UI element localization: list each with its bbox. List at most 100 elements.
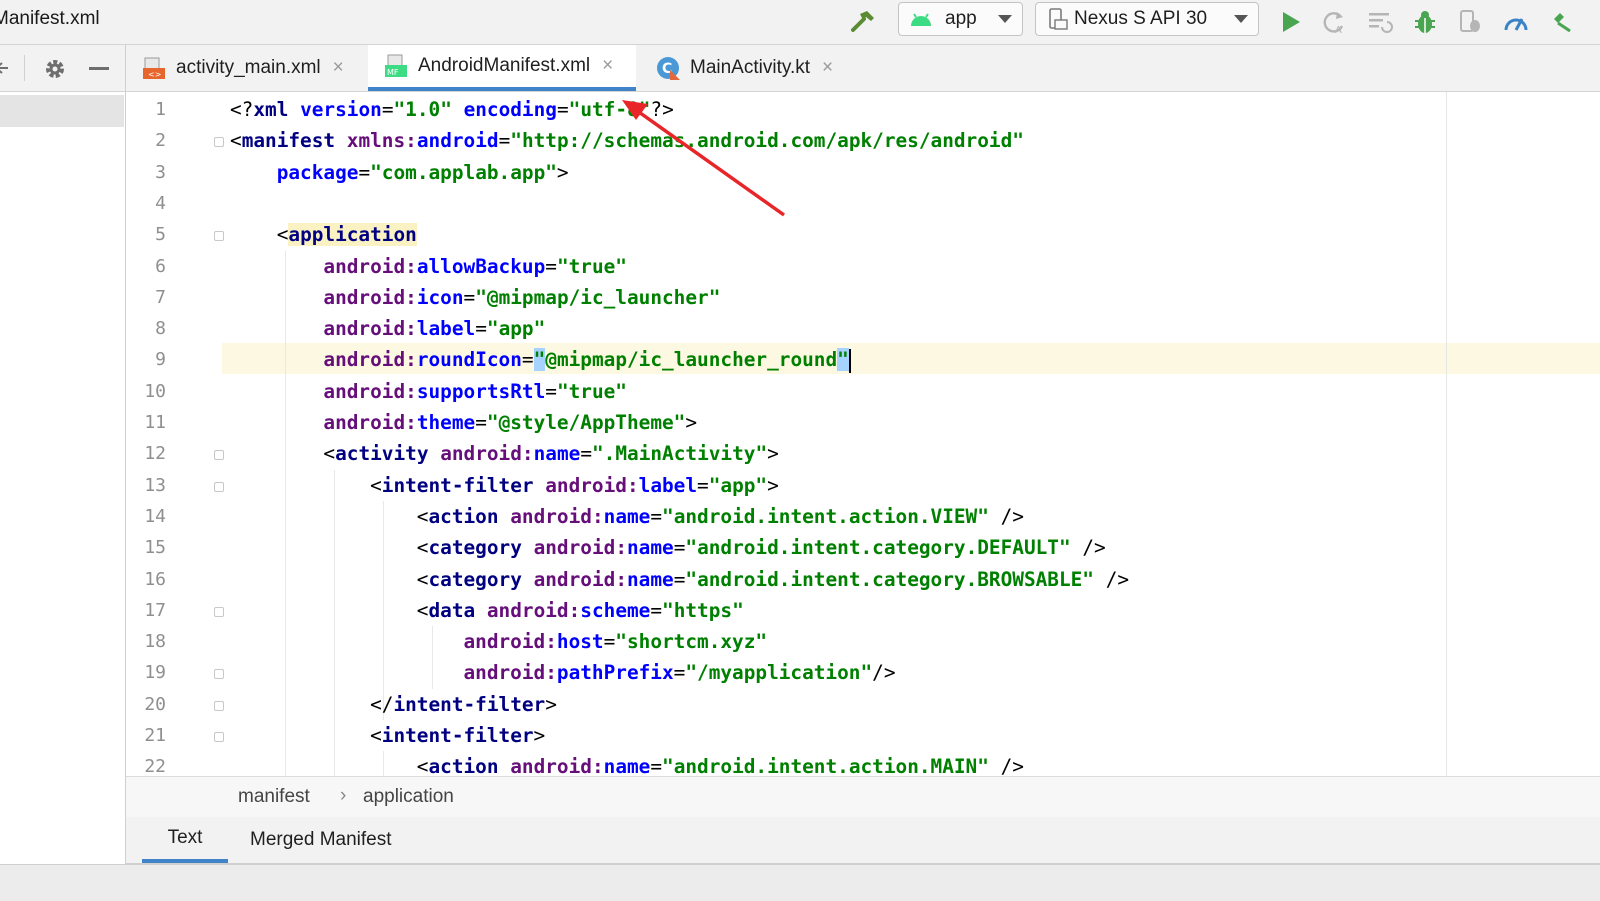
code-line[interactable]: <category android:name="android.intent.c…: [230, 532, 1106, 563]
line-number[interactable]: 14: [126, 506, 166, 527]
fold-marker-icon[interactable]: [214, 137, 224, 148]
gutter: 1 2 3 4 5 6 7 8 9 10 11 12 13 14 15 16 17 18 19 20 21 22: [126, 92, 224, 776]
project-tool-window: [0, 45, 126, 880]
hammer-icon[interactable]: [847, 6, 879, 38]
breadcrumb-item-manifest[interactable]: manifest: [238, 786, 310, 808]
text-cursor: [848, 348, 851, 373]
code-line[interactable]: <category android:name="android.intent.c…: [230, 564, 1129, 595]
line-number[interactable]: 18: [126, 631, 166, 652]
tab-text[interactable]: Text: [142, 817, 228, 863]
fold-marker-icon[interactable]: [214, 231, 224, 242]
chevron-down-icon: [998, 15, 1012, 23]
code-line[interactable]: <data android:scheme="https": [230, 595, 744, 626]
line-number[interactable]: 6: [126, 256, 166, 277]
right-margin-guide: [1446, 92, 1447, 776]
layout-file-icon: <>: [142, 56, 166, 80]
close-icon[interactable]: ×: [333, 57, 344, 79]
tab-label: Merged Manifest: [250, 829, 392, 850]
chevron-down-icon: [1234, 15, 1248, 23]
code-line[interactable]: android:supportsRtl="true": [230, 376, 627, 407]
project-toolbar: [0, 45, 125, 92]
title-toolbar: Manifest.xml app Nexus S API 30 A: [0, 0, 1600, 45]
run-config-label: app: [945, 8, 977, 29]
line-number[interactable]: 9: [126, 349, 166, 370]
tab-mainactivity-kt[interactable]: C MainActivity.kt ×: [656, 45, 866, 91]
apply-changes-icon[interactable]: A: [1318, 6, 1350, 38]
code-line[interactable]: android:icon="@mipmap/ic_launcher": [230, 282, 720, 313]
line-number[interactable]: 13: [126, 475, 166, 496]
code-line[interactable]: <action android:name="android.intent.act…: [230, 751, 1024, 776]
code-line[interactable]: android:host="shortcm.xyz": [230, 626, 767, 657]
fold-marker-icon[interactable]: [214, 669, 224, 680]
line-number[interactable]: 3: [126, 162, 166, 183]
breadcrumb-separator: ›: [340, 785, 347, 806]
code-line[interactable]: <manifest xmlns:android="http://schemas.…: [230, 125, 1024, 156]
code-line[interactable]: android:allowBackup="true": [230, 251, 627, 282]
line-number[interactable]: 10: [126, 381, 166, 402]
tab-label: MainActivity.kt: [690, 57, 811, 78]
code-line[interactable]: package="com.applab.app">: [230, 157, 569, 188]
line-number[interactable]: 1: [126, 99, 166, 120]
profiler-icon[interactable]: [1500, 6, 1532, 38]
device-dropdown[interactable]: Nexus S API 30: [1035, 2, 1259, 36]
line-number[interactable]: 22: [126, 756, 166, 776]
fold-marker-icon[interactable]: [214, 450, 224, 461]
code-line[interactable]: <intent-filter>: [230, 720, 545, 751]
code-line[interactable]: <action android:name="android.intent.act…: [230, 501, 1024, 532]
tab-label: AndroidManifest.xml: [418, 55, 591, 76]
fold-marker-icon[interactable]: [214, 481, 224, 492]
selected-tree-item[interactable]: [0, 95, 124, 127]
code-line[interactable]: android:roundIcon="@mipmap/ic_launcher_r…: [230, 344, 851, 375]
run-config-dropdown[interactable]: app: [898, 2, 1023, 36]
code-line[interactable]: <activity android:name=".MainActivity">: [230, 438, 778, 469]
line-number[interactable]: 17: [126, 600, 166, 621]
close-icon[interactable]: ×: [602, 55, 613, 77]
code-editor[interactable]: 1 2 3 4 5 6 7 8 9 10 11 12 13 14 15 16 17 18 19 20 21 22 <?xm…: [126, 92, 1600, 776]
code-line[interactable]: <?xml version="1.0" encoding="utf-8"?>: [230, 94, 674, 125]
fold-marker-icon[interactable]: [214, 700, 224, 711]
line-number[interactable]: 19: [126, 662, 166, 683]
line-number[interactable]: 8: [126, 318, 166, 339]
tab-activity-main-xml[interactable]: <> activity_main.xml ×: [140, 45, 382, 91]
tab-androidmanifest-xml[interactable]: MF AndroidManifest.xml ×: [368, 45, 636, 91]
fold-marker-icon[interactable]: [214, 606, 224, 617]
fold-marker-icon[interactable]: [214, 732, 224, 742]
line-number[interactable]: 11: [126, 412, 166, 433]
tab-merged-manifest[interactable]: Merged Manifest: [250, 817, 420, 863]
gear-icon[interactable]: [42, 56, 68, 87]
code-line[interactable]: </intent-filter>: [230, 689, 557, 720]
line-number[interactable]: 12: [126, 443, 166, 464]
line-number[interactable]: 16: [126, 569, 166, 590]
line-number[interactable]: 20: [126, 694, 166, 715]
line-number[interactable]: 7: [126, 287, 166, 308]
apply-code-changes-icon[interactable]: [1364, 6, 1396, 38]
device-label: Nexus S API 30: [1074, 8, 1208, 29]
android-icon: [909, 10, 933, 28]
divider: [24, 55, 25, 81]
breadcrumb-item-application[interactable]: application: [363, 786, 454, 808]
minimize-icon[interactable]: [89, 67, 109, 70]
code-line[interactable]: <intent-filter android:label="app">: [230, 470, 779, 501]
close-icon[interactable]: ×: [822, 57, 833, 79]
line-number[interactable]: 5: [126, 224, 166, 245]
status-bar: [0, 864, 1600, 901]
code-line[interactable]: <application: [230, 219, 417, 250]
code-line[interactable]: android:label="app": [230, 313, 545, 344]
tab-label: activity_main.xml: [176, 57, 321, 78]
svg-text:MF: MF: [387, 68, 399, 77]
collapse-arrow-icon[interactable]: [0, 59, 10, 82]
debug-icon[interactable]: [1409, 6, 1441, 38]
line-number[interactable]: 21: [126, 725, 166, 746]
attach-debugger-icon[interactable]: [1454, 6, 1486, 38]
code-line[interactable]: android:pathPrefix="/myapplication"/>: [230, 657, 895, 688]
tab-label: Text: [167, 827, 203, 848]
manifest-view-tabs: Text Merged Manifest: [126, 817, 1600, 864]
breadcrumb: manifest › application: [126, 776, 1600, 817]
run-icon[interactable]: [1275, 6, 1307, 38]
line-number[interactable]: 15: [126, 537, 166, 558]
line-number[interactable]: 2: [126, 130, 166, 151]
code-line[interactable]: android:theme="@style/AppTheme">: [230, 407, 697, 438]
sdk-manager-icon[interactable]: [1545, 6, 1577, 38]
line-number[interactable]: 4: [126, 193, 166, 214]
device-icon: [1046, 8, 1068, 30]
